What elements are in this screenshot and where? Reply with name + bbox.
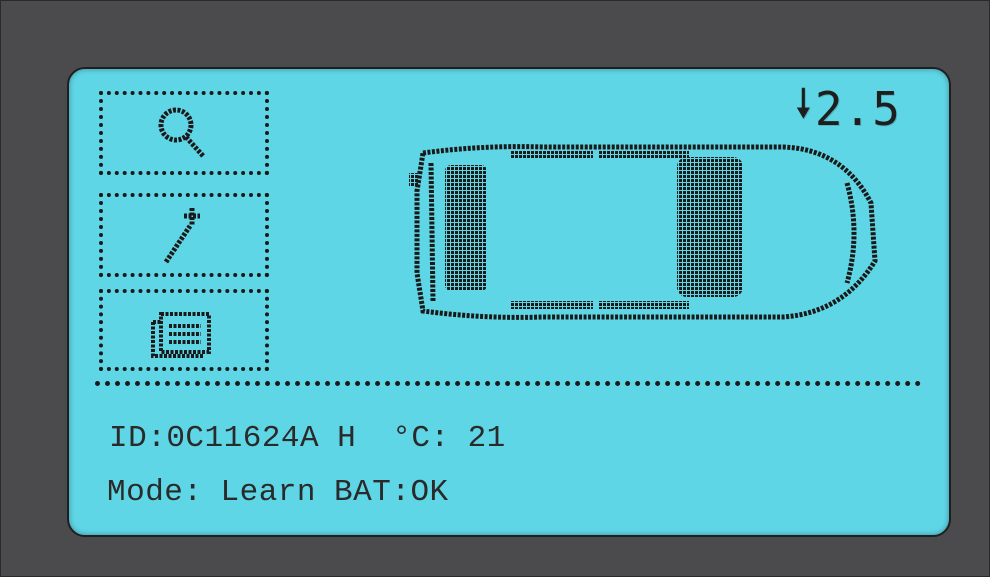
id-value: 0C11624A (166, 421, 320, 456)
battery-label: BAT: (334, 475, 411, 510)
temperature-value: 21 (467, 421, 506, 456)
mode-label: Mode: (107, 475, 203, 510)
id-suffix: H (337, 421, 357, 456)
search-icon (158, 107, 206, 159)
car-top-view-icon (403, 143, 893, 326)
battery-value: OK (410, 475, 449, 510)
lcd-screen: 🠗 2.5 ID:0C11624A H °C: 21 Mode: Learn B… (67, 67, 951, 537)
device-bezel: 🠗 2.5 ID:0C11624A H °C: 21 Mode: Learn B… (0, 0, 990, 577)
wrench-icon (163, 208, 200, 264)
id-label: ID: (109, 421, 167, 456)
search-menu-button[interactable] (99, 91, 269, 175)
mode-line: Mode: Learn BAT:OK (107, 475, 449, 510)
sensor-id-line: ID:0C11624A H °C: 21 (109, 421, 506, 456)
temperature-label: °C: (392, 421, 450, 456)
divider (95, 381, 921, 386)
pressure-readout: 🠗 2.5 (795, 75, 901, 143)
list-icon (151, 312, 211, 358)
pressure-value: 2.5 (814, 82, 901, 136)
mode-value: Learn (220, 475, 317, 510)
list-menu-button[interactable] (99, 289, 269, 371)
tool-menu-button[interactable] (99, 193, 269, 277)
down-arrow-icon: 🠗 (794, 81, 813, 127)
